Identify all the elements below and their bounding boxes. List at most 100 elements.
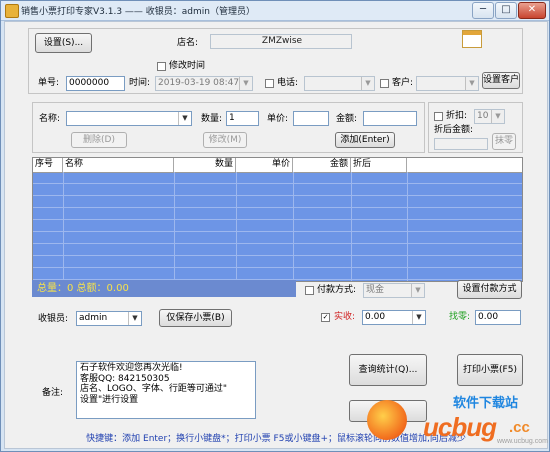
chevron-down-icon[interactable]: ▼ — [178, 112, 191, 125]
col-header-price[interactable]: 单价 — [236, 158, 293, 172]
chevron-down-icon[interactable]: ▼ — [411, 284, 424, 297]
customer-checkbox[interactable] — [380, 79, 389, 88]
chevron-down-icon[interactable]: ▼ — [361, 77, 374, 90]
column-divider — [236, 172, 237, 281]
app-window: 销售小票打印专家V3.1.3 —— 收银员：admin（管理员） ─ □ ✕ 设… — [0, 0, 550, 452]
time-field[interactable]: 2019-03-19 08:47:23 ▼ — [155, 76, 253, 91]
table-row[interactable] — [33, 173, 522, 184]
qty-field[interactable]: 1 — [226, 111, 259, 126]
customer-field[interactable]: ▼ — [416, 76, 479, 91]
table-row[interactable] — [33, 209, 522, 220]
price-field[interactable] — [293, 111, 329, 126]
time-label: 时间: — [129, 78, 151, 88]
memo-line: 客服QQ: 842150305 — [80, 373, 170, 384]
app-icon — [5, 4, 19, 18]
discount-value: 10 — [477, 111, 489, 121]
discount-checkbox[interactable] — [434, 112, 443, 121]
column-divider — [174, 172, 175, 281]
main-panel: 设置(S)... 店名: ZMZwise 修改时间 单号: 0000000 时间… — [4, 21, 548, 449]
price-label: 单价: — [267, 114, 289, 124]
round-off-button[interactable]: 抹零 — [492, 133, 516, 150]
memo-line: 石子软件欢迎您再次光临! — [80, 363, 183, 373]
calendar-icon[interactable] — [462, 30, 482, 48]
received-label: 实收: — [334, 312, 356, 322]
col-header-amount[interactable]: 金额 — [293, 158, 351, 172]
table-row[interactable] — [33, 185, 522, 196]
watermark-brand: ucbug — [423, 412, 497, 442]
watermark-site: www.ucbug.com — [497, 438, 548, 445]
totals-text: 总量：0 总额：0.00 — [37, 283, 129, 294]
chevron-down-icon[interactable]: ▼ — [465, 77, 478, 90]
discount-select[interactable]: 10 ▼ — [474, 109, 505, 124]
add-item-button[interactable]: 添加(Enter) — [335, 132, 395, 148]
phone-field[interactable]: ▼ — [304, 76, 375, 91]
items-table[interactable]: 序号 名称 数量 单价 金额 折后 — [32, 157, 523, 282]
phone-checkbox[interactable] — [265, 79, 274, 88]
cashier-value: admin — [79, 313, 108, 323]
col-header-discounted[interactable]: 折后 — [351, 158, 407, 172]
after-discount-field[interactable] — [434, 138, 488, 150]
memo-line: 店名、LOGO、字体、行距等可通过" — [80, 384, 227, 394]
title-bar[interactable]: 销售小票打印专家V3.1.3 —— 收银员：admin（管理员） ─ □ ✕ — [1, 1, 549, 21]
close-window-button[interactable]: ✕ — [518, 2, 546, 19]
table-row[interactable] — [33, 257, 522, 268]
chevron-down-icon[interactable]: ▼ — [412, 311, 425, 324]
amount-label: 金额: — [336, 114, 358, 124]
maximize-button[interactable]: □ — [495, 2, 517, 19]
receipt-no-field[interactable]: 0000000 — [66, 76, 125, 91]
settings-button[interactable]: 设置(S)... — [35, 33, 92, 53]
save-only-button[interactable]: 仅保存小票(B) — [159, 309, 232, 327]
totals-bar: 总量：0 总额：0.00 — [32, 280, 296, 297]
change-label: 找零: — [449, 312, 471, 322]
watermark-domain: .cc — [509, 419, 530, 436]
table-row[interactable] — [33, 221, 522, 232]
watermark-logo: ucbug 软件下载站 .cc www.ucbug.com — [360, 390, 549, 451]
table-header: 序号 名称 数量 单价 金额 折后 — [33, 158, 522, 173]
memo-label: 备注: — [42, 388, 64, 398]
minimize-button[interactable]: ─ — [472, 2, 494, 19]
table-row[interactable] — [33, 197, 522, 208]
column-divider — [63, 172, 64, 281]
payment-method-checkbox[interactable] — [305, 286, 314, 295]
chevron-down-icon[interactable]: ▼ — [128, 312, 141, 325]
qty-label: 数量: — [201, 114, 223, 124]
received-value: 0.00 — [365, 312, 386, 322]
change-field[interactable]: 0.00 — [475, 310, 521, 325]
col-header-qty[interactable]: 数量 — [174, 158, 236, 172]
memo-line: 设置"进行设置 — [80, 394, 139, 405]
payment-method-select[interactable]: 现金 ▼ — [363, 283, 425, 298]
table-row[interactable] — [33, 269, 522, 280]
store-name-field[interactable]: ZMZwise — [210, 34, 352, 49]
watermark-tagline: 软件下载站 — [453, 396, 519, 411]
payment-method-label: 付款方式: — [317, 285, 357, 295]
print-receipt-button[interactable]: 打印小票(F5) — [457, 354, 523, 386]
discount-label: 折扣: — [446, 111, 468, 121]
query-stats-button[interactable]: 查询统计(Q)... — [349, 354, 427, 386]
cashier-select[interactable]: admin ▼ — [76, 311, 142, 326]
phone-label: 电话: — [277, 78, 299, 88]
modify-button[interactable]: 修改(M) — [203, 132, 247, 148]
table-row[interactable] — [33, 245, 522, 256]
delete-button[interactable]: 删除(D) — [71, 132, 127, 148]
payment-method-value: 现金 — [366, 285, 385, 295]
modify-time-label: 修改时间 — [169, 61, 206, 71]
chevron-down-icon[interactable]: ▼ — [239, 77, 252, 90]
item-name-field[interactable]: ▼ — [66, 111, 192, 126]
received-field[interactable]: 0.00 ▼ — [362, 310, 426, 325]
chevron-down-icon[interactable]: ▼ — [491, 110, 504, 123]
col-header-name[interactable]: 名称 — [63, 158, 174, 172]
received-checkbox[interactable]: ✓ — [321, 313, 330, 322]
table-row[interactable] — [33, 233, 522, 244]
set-payment-method-button[interactable]: 设置付款方式 — [457, 280, 522, 299]
item-name-label: 名称: — [39, 114, 61, 124]
after-discount-label: 折后金额: — [434, 125, 474, 135]
column-divider — [351, 172, 352, 281]
column-divider — [293, 172, 294, 281]
memo-textarea[interactable]: 石子软件欢迎您再次光临! 客服QQ: 842150305 店名、LOGO、字体、… — [76, 361, 256, 419]
receipt-no-label: 单号: — [38, 78, 60, 88]
modify-time-checkbox[interactable] — [157, 62, 166, 71]
set-customer-button[interactable]: 设置客户 — [482, 72, 520, 89]
amount-field[interactable] — [363, 111, 417, 126]
col-header-index[interactable]: 序号 — [33, 158, 63, 172]
watermark-orb-icon — [367, 400, 407, 440]
